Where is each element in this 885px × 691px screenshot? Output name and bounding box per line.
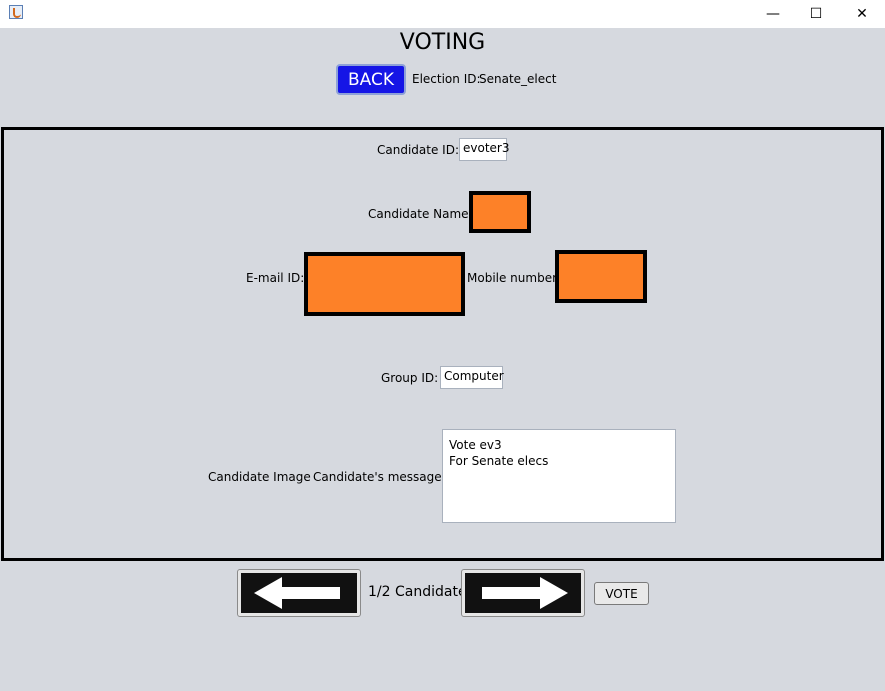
- election-id-value: Senate_elect: [479, 72, 557, 86]
- page-title: VOTING: [399, 30, 486, 55]
- candidate-message-label: Candidate's message: [313, 470, 442, 484]
- election-id-label: Election ID:: [412, 72, 481, 86]
- arrow-left-icon: [254, 577, 340, 609]
- candidate-name-label: Candidate Name:: [368, 207, 473, 221]
- candidate-image-label: Candidate Image: [208, 470, 311, 484]
- email-label: E-mail ID:: [246, 271, 305, 285]
- previous-button[interactable]: [237, 569, 361, 617]
- message-line: For Senate elecs: [449, 454, 549, 468]
- minimize-button[interactable]: —: [750, 0, 796, 28]
- group-id-field[interactable]: Computer: [440, 366, 504, 389]
- back-button[interactable]: BACK: [336, 64, 406, 95]
- close-button[interactable]: ✕: [839, 0, 885, 28]
- mobile-field[interactable]: [555, 250, 647, 303]
- window-titlebar: — ☐ ✕: [0, 0, 885, 28]
- group-id-label: Group ID:: [381, 371, 439, 385]
- maximize-button[interactable]: ☐: [793, 0, 839, 28]
- candidate-id-field[interactable]: evoter3: [459, 138, 509, 161]
- candidate-id-label: Candidate ID:: [377, 143, 459, 157]
- next-button[interactable]: [461, 569, 585, 617]
- candidate-counter: 1/2 Candidate: [368, 584, 467, 600]
- java-app-icon: [9, 5, 23, 19]
- message-line: Vote ev3: [449, 438, 502, 452]
- candidate-name-field[interactable]: [469, 191, 531, 233]
- email-field[interactable]: [304, 252, 465, 316]
- mobile-label: Mobile number:: [467, 271, 561, 285]
- candidate-message-textarea[interactable]: Vote ev3 For Senate elecs: [442, 429, 676, 523]
- vote-button[interactable]: VOTE: [594, 582, 649, 605]
- arrow-right-icon: [482, 577, 568, 609]
